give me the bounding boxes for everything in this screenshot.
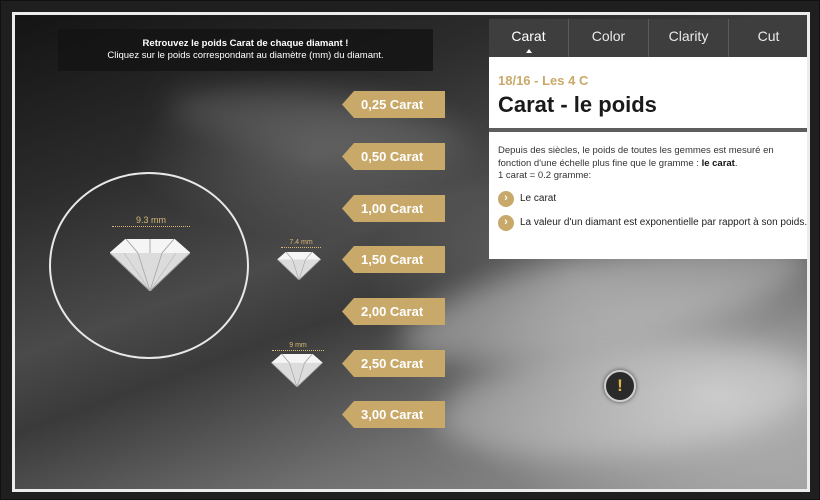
info-panel: Carat Color Clarity Cut 18/16 - Les 4 C …: [489, 19, 808, 259]
tab-bar: Carat Color Clarity Cut: [489, 19, 807, 57]
tab-clarity[interactable]: Clarity: [649, 19, 729, 57]
carat-button-3-00[interactable]: 3,00 Carat: [342, 401, 445, 428]
diamond-medium-icon[interactable]: [277, 252, 321, 280]
carat-button-1-50[interactable]: 1,50 Carat: [342, 246, 445, 273]
tab-cut[interactable]: Cut: [729, 19, 807, 57]
chevron-right-icon: ›: [498, 214, 514, 231]
body-text: Depuis des siècles, le poids de toutes l…: [498, 145, 800, 183]
instruction-line-2: Cliquez sur le poids correspondant au di…: [107, 50, 384, 61]
page-title: Carat - le poids: [498, 92, 657, 117]
measure-line: [281, 247, 321, 248]
measure-line: [112, 226, 190, 227]
diamond-measure-medium: 7.4 mm: [281, 239, 321, 248]
measure-line: [272, 350, 324, 351]
tab-color[interactable]: Color: [569, 19, 649, 57]
measure-label: 9 mm: [289, 342, 307, 349]
diamond-small-icon[interactable]: [271, 354, 323, 387]
link-label: Le carat: [520, 193, 557, 204]
body-text-bold: le carat: [701, 157, 735, 169]
measure-label: 9.3 mm: [135, 215, 166, 225]
link-label: La valeur d'un diamant est exponentielle…: [520, 217, 808, 228]
instruction-banner: Retrouvez le poids Carat de chaque diama…: [58, 29, 433, 71]
chevron-right-icon: ›: [498, 190, 514, 207]
carat-button-1-00[interactable]: 1,00 Carat: [342, 195, 445, 222]
carat-button-0-50[interactable]: 0,50 Carat: [342, 143, 445, 170]
carat-button-0-25[interactable]: 0,25 Carat: [342, 91, 445, 118]
tab-carat[interactable]: Carat: [489, 19, 569, 57]
alert-icon[interactable]: !: [604, 370, 636, 402]
measure-label: 7.4 mm: [289, 239, 313, 246]
link-valeur-diamant[interactable]: › La valeur d'un diamant est exponentiel…: [498, 214, 808, 231]
carat-button-2-50[interactable]: 2,50 Carat: [342, 350, 445, 377]
carat-button-2-00[interactable]: 2,00 Carat: [342, 298, 445, 325]
instruction-line-1: Retrouvez le poids Carat de chaque diama…: [142, 38, 349, 49]
body-text-line-2: 1 carat = 0.2 gramme:: [498, 170, 592, 181]
diamond-measure-large: 9.3 mm: [112, 215, 190, 227]
section-kicker: 18/16 - Les 4 C: [498, 73, 589, 88]
body-text-part-2: .: [734, 157, 738, 169]
silk-background-stage: Retrouvez le poids Carat de chaque diama…: [12, 12, 810, 492]
diamond-measure-small: 9 mm: [272, 342, 324, 351]
diamond-large-icon[interactable]: [110, 239, 190, 291]
app-frame: Retrouvez le poids Carat de chaque diama…: [0, 0, 820, 500]
divider: [489, 128, 807, 132]
link-le-carat[interactable]: › Le carat: [498, 190, 807, 207]
